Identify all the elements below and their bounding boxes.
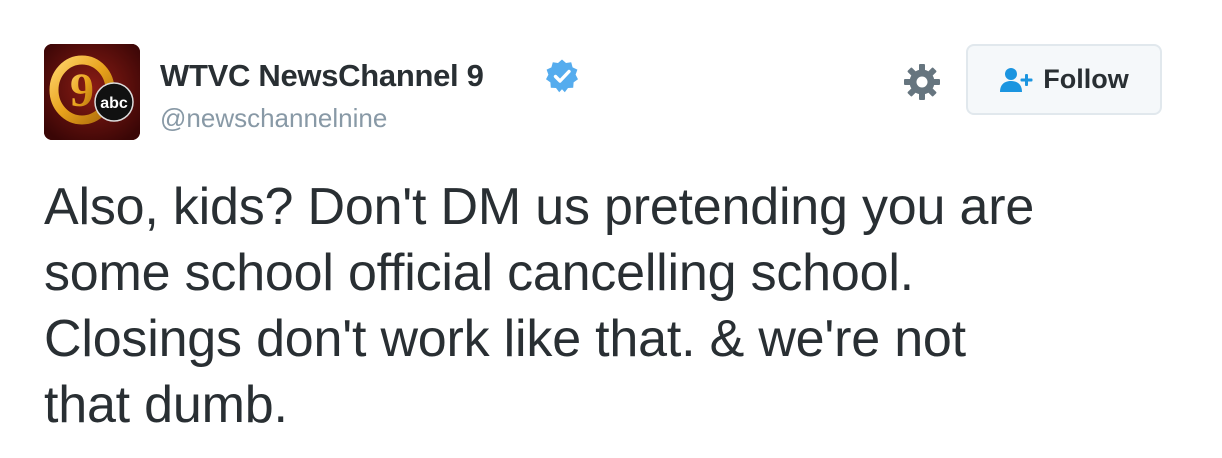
verified-badge-icon [546,59,578,93]
gear-icon[interactable] [902,62,942,102]
tweet-card: 9 abc WTVC NewsChannel 9 @newschannelnin… [0,0,1222,458]
channel-logo-icon: 9 abc [44,44,140,140]
add-user-icon [1000,67,1033,92]
logo-badge: abc [100,95,128,112]
display-name[interactable]: WTVC NewsChannel 9 [160,58,484,94]
follow-button[interactable]: Follow [966,44,1162,115]
logo-numeral: 9 [70,64,94,117]
follow-label: Follow [1043,64,1129,94]
user-handle[interactable]: @newschannelnine [160,103,387,134]
avatar[interactable]: 9 abc [44,44,140,140]
tweet-text: Also, kids? Don't DM us pretending you a… [44,178,1035,434]
